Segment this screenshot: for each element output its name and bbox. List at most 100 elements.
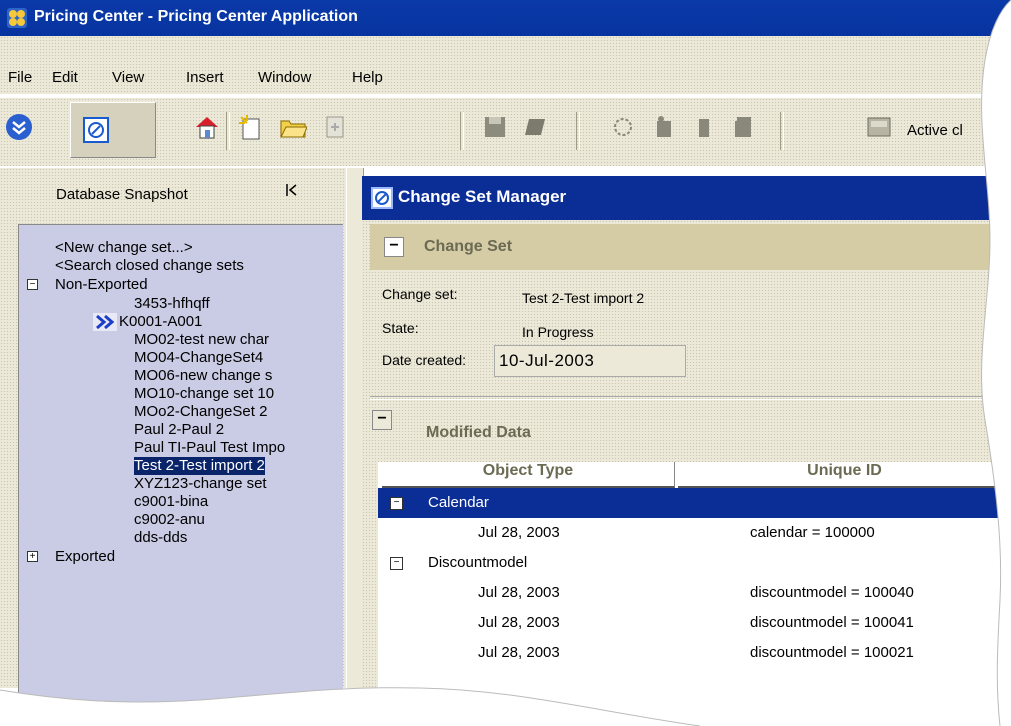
collapse-section-button[interactable]: − <box>372 410 392 430</box>
active-changeset-label: Active cl <box>907 122 963 139</box>
group-name: Discountmodel <box>428 554 528 571</box>
app-icon <box>7 8 27 28</box>
collapse-group-icon[interactable]: − <box>390 497 403 510</box>
row-date: Jul 28, 2003 <box>478 524 560 541</box>
print-button[interactable] <box>518 110 552 144</box>
panel-title: Database Snapshot <box>56 186 188 203</box>
refresh-button[interactable] <box>606 110 640 144</box>
tree-item[interactable]: MO06-new change s <box>134 367 272 385</box>
section-title: Modified Data <box>426 424 531 441</box>
tree-item[interactable]: MO02-test new char <box>134 331 269 349</box>
changeset-manager-icon <box>371 187 393 209</box>
change-set-manager-header: Change Set Manager <box>362 176 1011 220</box>
modified-data-grid: Object Type Unique ID − Calendar Jul 28,… <box>378 462 1011 692</box>
expand-exported-icon[interactable]: + <box>27 551 38 562</box>
database-snapshot-panel: Database Snapshot <New change set...> <S… <box>0 168 346 705</box>
tool-icon-3 <box>735 117 751 137</box>
collapse-left-icon <box>286 184 297 196</box>
tree-item[interactable]: Paul TI-Paul Test Impo <box>134 439 285 457</box>
collapse-non-exported-icon[interactable]: − <box>27 279 38 290</box>
tree-item[interactable]: XYZ123-change set <box>134 475 267 493</box>
row-date: Jul 28, 2003 <box>478 644 560 661</box>
title-bar: Pricing Center - Pricing Center Applicat… <box>0 0 1011 36</box>
tree-item[interactable]: MO10-change set 10 <box>134 385 274 403</box>
menu-file[interactable]: File <box>8 69 32 86</box>
tree-item-selected[interactable]: Test 2-Test import 2 <box>134 457 265 475</box>
home-button[interactable] <box>190 110 224 144</box>
group-row[interactable]: − Calendar <box>378 488 1011 518</box>
folder-open-icon <box>280 120 307 138</box>
tree-item-search-closed[interactable]: <Search closed change sets <box>55 257 244 275</box>
export-icon <box>326 116 344 138</box>
divider <box>370 396 1011 400</box>
date-created-field: 10-Jul-2003 <box>494 345 686 377</box>
row-date: Jul 28, 2003 <box>478 584 560 601</box>
export-button[interactable] <box>318 110 352 144</box>
change-set-value: Test 2-Test import 2 <box>522 290 645 306</box>
tree-item-new-change-set[interactable]: <New change set...> <box>55 239 193 257</box>
chevron-double-down-icon <box>6 114 32 140</box>
tool-button-1[interactable] <box>646 110 680 144</box>
tree-item[interactable]: 3453-hfhqff <box>134 295 210 313</box>
table-row[interactable]: Jul 28, 2003 calendar = 100000 <box>378 518 1011 548</box>
row-unique-id: discountmodel = 100040 <box>750 584 914 601</box>
state-value: In Progress <box>522 324 594 340</box>
tool-button-2[interactable] <box>686 110 720 144</box>
menu-view[interactable]: View <box>112 69 144 86</box>
tool-icon-1 <box>657 116 671 137</box>
open-button[interactable] <box>276 110 310 144</box>
menu-help[interactable]: Help <box>352 69 383 86</box>
state-label: State: <box>382 320 419 336</box>
toolbar: Active cl <box>0 98 1011 166</box>
collapse-section-button[interactable]: − <box>384 237 404 257</box>
tool-icon-2 <box>699 119 709 137</box>
modified-data-section-header: − Modified Data <box>370 406 1011 456</box>
group-row[interactable]: − Discountmodel <box>378 548 1011 578</box>
home-icon <box>196 117 218 139</box>
panel-title: Change Set Manager <box>398 187 567 206</box>
table-row[interactable]: Jul 28, 2003 discountmodel = 100040 <box>378 578 1011 608</box>
change-set-section-header: − Change Set <box>370 224 1011 270</box>
menu-window[interactable]: Window <box>258 69 311 86</box>
changeset-icon <box>83 117 109 143</box>
nav-down-button[interactable] <box>2 110 36 144</box>
tree-item[interactable]: Paul 2-Paul 2 <box>134 421 224 439</box>
section-title: Change Set <box>424 238 513 255</box>
tree-node-exported[interactable]: Exported <box>55 548 115 566</box>
change-set-manager-button[interactable] <box>70 102 156 158</box>
change-set-manager-body: − Change Set Change set: Test 2-Test imp… <box>362 220 1011 692</box>
changeset-tree: <New change set...> <Search closed chang… <box>18 224 343 705</box>
active-changeset-marker-icon <box>93 313 117 331</box>
table-row[interactable]: Jul 28, 2003 discountmodel = 100021 <box>378 638 1011 668</box>
tree-item[interactable]: K0001-A001 <box>119 313 202 331</box>
menu-insert[interactable]: Insert <box>186 69 224 86</box>
column-header-object-type[interactable]: Object Type <box>382 462 675 488</box>
group-name: Calendar <box>428 494 489 511</box>
row-unique-id: discountmodel = 100041 <box>750 614 914 631</box>
title-spacer <box>0 36 1011 60</box>
active-changeset-icon <box>867 117 891 137</box>
date-created-label: Date created: <box>382 352 467 368</box>
refresh-icon <box>614 118 632 136</box>
tree-item[interactable]: c9002-anu <box>134 511 205 529</box>
new-button[interactable] <box>234 110 268 144</box>
save-button[interactable] <box>478 110 512 144</box>
tree-item[interactable]: MO04-ChangeSet4 <box>134 349 263 367</box>
save-disk-icon <box>485 117 505 137</box>
menu-bar: File Edit View Insert Window Help <box>0 60 1011 94</box>
table-row[interactable]: Jul 28, 2003 discountmodel = 100041 <box>378 608 1011 638</box>
collapse-group-icon[interactable]: − <box>390 557 403 570</box>
tree-item[interactable]: MOo2-ChangeSet 2 <box>134 403 267 421</box>
row-unique-id: calendar = 100000 <box>750 524 875 541</box>
tree-node-non-exported[interactable]: Non-Exported <box>55 276 148 294</box>
column-header-unique-id[interactable]: Unique ID <box>678 462 1011 488</box>
tree-item[interactable]: dds-dds <box>134 529 187 547</box>
tool-button-3[interactable] <box>726 110 760 144</box>
new-document-icon <box>239 115 260 140</box>
print-icon <box>525 119 545 135</box>
active-changeset-button[interactable] <box>862 110 896 144</box>
collapse-panel-button[interactable] <box>284 182 300 203</box>
tree-item[interactable]: c9001-bina <box>134 493 208 511</box>
change-set-label: Change set: <box>382 286 458 302</box>
menu-edit[interactable]: Edit <box>52 69 78 86</box>
